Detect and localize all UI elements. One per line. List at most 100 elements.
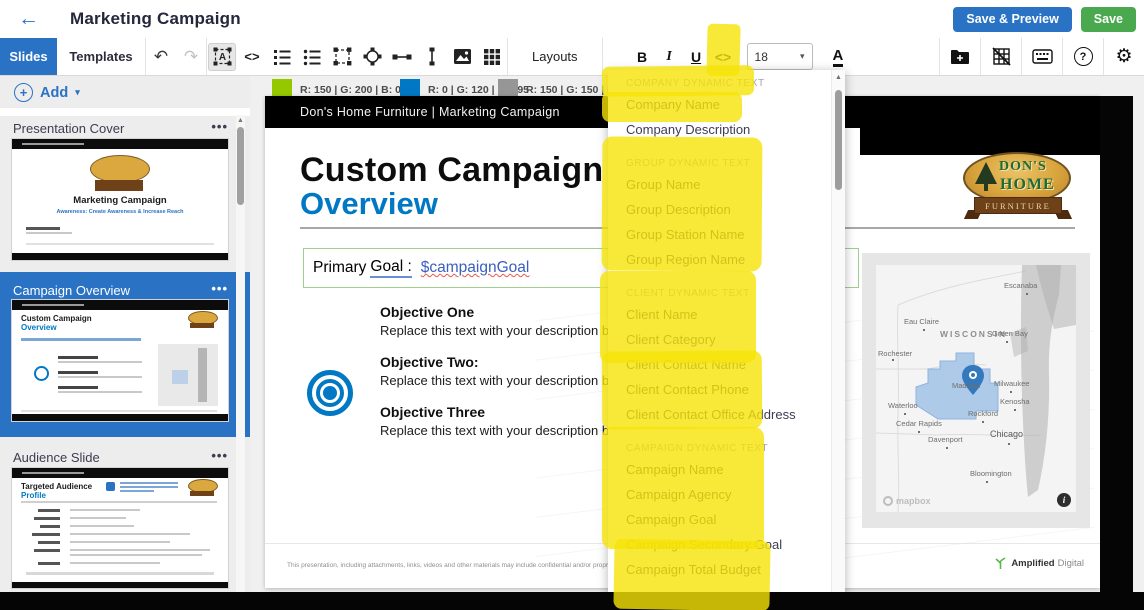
add-label: Add <box>40 85 68 101</box>
dropdown-item[interactable]: Client Contact Phone <box>608 377 845 402</box>
back-arrow-icon[interactable]: ← <box>18 7 52 31</box>
dropdown-item[interactable]: Company Name <box>608 92 845 117</box>
settings-gear-icon[interactable]: ⚙ <box>1105 43 1143 71</box>
slide-thumbnail-cover[interactable]: Marketing Campaign Awareness: Create Awa… <box>12 139 228 260</box>
undo-icon[interactable]: ↶ <box>146 47 176 67</box>
thumb-heading: Custom Campaign <box>21 314 92 323</box>
ordered-list-icon[interactable] <box>268 43 296 71</box>
dropdown-scrollbar-thumb[interactable] <box>835 90 842 190</box>
keyboard-icon[interactable] <box>1023 43 1061 71</box>
slide-title[interactable]: Custom Campaign Overview <box>300 152 603 221</box>
goal-prefix: Primary <box>313 259 366 277</box>
dynamic-text-button[interactable]: <> <box>710 49 737 65</box>
dropdown-item[interactable]: Campaign Goal <box>608 507 845 532</box>
logo-thumbnail <box>90 155 148 191</box>
add-slide-button[interactable]: + Add ▾ <box>14 83 80 102</box>
underline-button[interactable]: U <box>683 49 710 65</box>
image-icon[interactable] <box>448 43 476 71</box>
text-box-icon[interactable]: A <box>208 43 236 71</box>
divider <box>206 38 207 75</box>
map-city-label: Kenosha <box>1000 397 1030 406</box>
more-options-icon[interactable]: ••• <box>211 281 228 296</box>
insert-code-icon[interactable]: <> <box>238 43 266 71</box>
dropdown-section-header: CLIENT DYNAMIC TEXT <box>626 286 845 302</box>
scroll-up-icon[interactable]: ▲ <box>834 74 843 81</box>
map-city-label: Madison <box>952 381 980 390</box>
dropdown-scrollbar[interactable]: ▲ <box>831 70 845 610</box>
add-folder-icon[interactable] <box>941 43 979 71</box>
logo-thumbnail <box>188 479 216 496</box>
dropdown-item[interactable]: Client Name <box>608 302 845 327</box>
slide-card-title[interactable]: Campaign Overview <box>13 283 130 298</box>
table-off-icon[interactable] <box>982 43 1020 71</box>
dropdown-item[interactable]: Group Station Name <box>608 222 845 247</box>
wisconsin-map[interactable]: Escanaba Eau Claire WISCONSIN Green Bay … <box>876 265 1076 512</box>
dropdown-item[interactable]: Client Category <box>608 327 845 352</box>
thumbnail-topbar <box>12 300 228 310</box>
slide-card-title[interactable]: Audience Slide <box>13 450 100 465</box>
dropdown-item[interactable]: Campaign Secondary Goal <box>608 532 845 557</box>
plus-circle-icon: + <box>14 83 33 102</box>
amplified-digital-logo: AmplifiedDigital <box>994 556 1084 570</box>
slide-thumbnail-audience[interactable]: Targeted Audience Profile <box>12 468 228 588</box>
divider <box>1021 38 1022 75</box>
tab-templates[interactable]: Templates <box>57 38 145 75</box>
icon-thumbnail <box>106 482 115 491</box>
thumbnail-topbar <box>12 139 228 149</box>
more-options-icon[interactable]: ••• <box>211 119 228 134</box>
bold-button[interactable]: B <box>629 49 656 65</box>
dropdown-section-header: GROUP DYNAMIC TEXT <box>626 156 845 172</box>
map-city-label: Davenport <box>928 435 963 444</box>
thumb-heading2: Overview <box>21 323 92 332</box>
map-panel[interactable]: Escanaba Eau Claire WISCONSIN Green Bay … <box>862 253 1090 528</box>
divider <box>1062 38 1063 75</box>
palette-label: R: 150 | G: 200 | B: 0 <box>300 84 401 96</box>
layouts-button[interactable]: Layouts <box>508 49 602 64</box>
presentation-editor: ← Marketing Campaign Save & Preview Save… <box>0 0 1144 610</box>
map-city-label: Rochester <box>878 349 912 358</box>
save-preview-button[interactable]: Save & Preview <box>953 7 1071 32</box>
mapbox-icon <box>883 496 893 506</box>
dropdown-item[interactable]: Group Region Name <box>608 247 845 272</box>
map-info-icon[interactable]: i <box>1057 493 1071 507</box>
dropdown-item[interactable]: Client Contact Name <box>608 352 845 377</box>
app-header: ← Marketing Campaign Save & Preview Save <box>0 0 1144 39</box>
help-icon[interactable]: ? <box>1064 43 1102 71</box>
dropdown-item[interactable]: Campaign Name <box>608 457 845 482</box>
vertical-line-icon[interactable] <box>418 43 446 71</box>
dropdown-section-header: COMPANY DYNAMIC TEXT <box>626 76 845 92</box>
thumbnail-bottombar <box>12 582 228 588</box>
grid-icon[interactable] <box>478 43 506 71</box>
font-size-select[interactable]: 18 ▾ <box>747 43 813 70</box>
slide-title-line2: Overview <box>300 188 603 221</box>
slides-sidebar: + Add ▾ Presentation Cover ••• Marketing… <box>0 75 250 592</box>
dropdown-item[interactable]: Company Description <box>608 117 845 142</box>
dropdown-item[interactable]: Campaign Agency <box>608 482 845 507</box>
slide-card-title[interactable]: Presentation Cover <box>13 121 124 136</box>
logo-thumbnail <box>188 311 216 328</box>
dropdown-section-header: CAMPAIGN DYNAMIC TEXT <box>626 441 845 457</box>
bullet-list-icon[interactable] <box>298 43 326 71</box>
tab-slides[interactable]: Slides <box>0 38 57 75</box>
bullseye-thumbnail <box>34 366 49 381</box>
dropdown-item[interactable]: Group Description <box>608 197 845 222</box>
scroll-up-icon[interactable]: ▲ <box>236 117 245 124</box>
font-color-button[interactable]: A <box>833 47 844 67</box>
slide-header-text: Don's Home Furniture | Marketing Campaig… <box>300 105 560 119</box>
more-options-icon[interactable]: ••• <box>211 448 228 463</box>
dropdown-item[interactable]: Group Name <box>608 172 845 197</box>
line-icon[interactable] <box>388 43 416 71</box>
dropdown-item[interactable]: Campaign Total Budget <box>608 557 845 582</box>
shape-icon[interactable] <box>358 43 386 71</box>
svg-text:A: A <box>218 52 225 63</box>
thumb-heading: Marketing Campaign <box>12 195 228 206</box>
dynamic-text-dropdown: COMPANY DYNAMIC TEXT Company Name Compan… <box>608 70 845 610</box>
dropdown-item[interactable]: Client Contact Office Address <box>608 402 845 427</box>
italic-button[interactable]: I <box>656 49 683 65</box>
chevron-down-icon: ▾ <box>75 87 80 98</box>
selection-frame-icon[interactable] <box>328 43 356 71</box>
sidebar-scrollbar-thumb[interactable] <box>237 127 244 205</box>
save-button[interactable]: Save <box>1081 7 1136 32</box>
map-thumbnail <box>158 344 218 406</box>
slide-thumbnail-overview[interactable]: Custom Campaign Overview <box>12 300 228 421</box>
